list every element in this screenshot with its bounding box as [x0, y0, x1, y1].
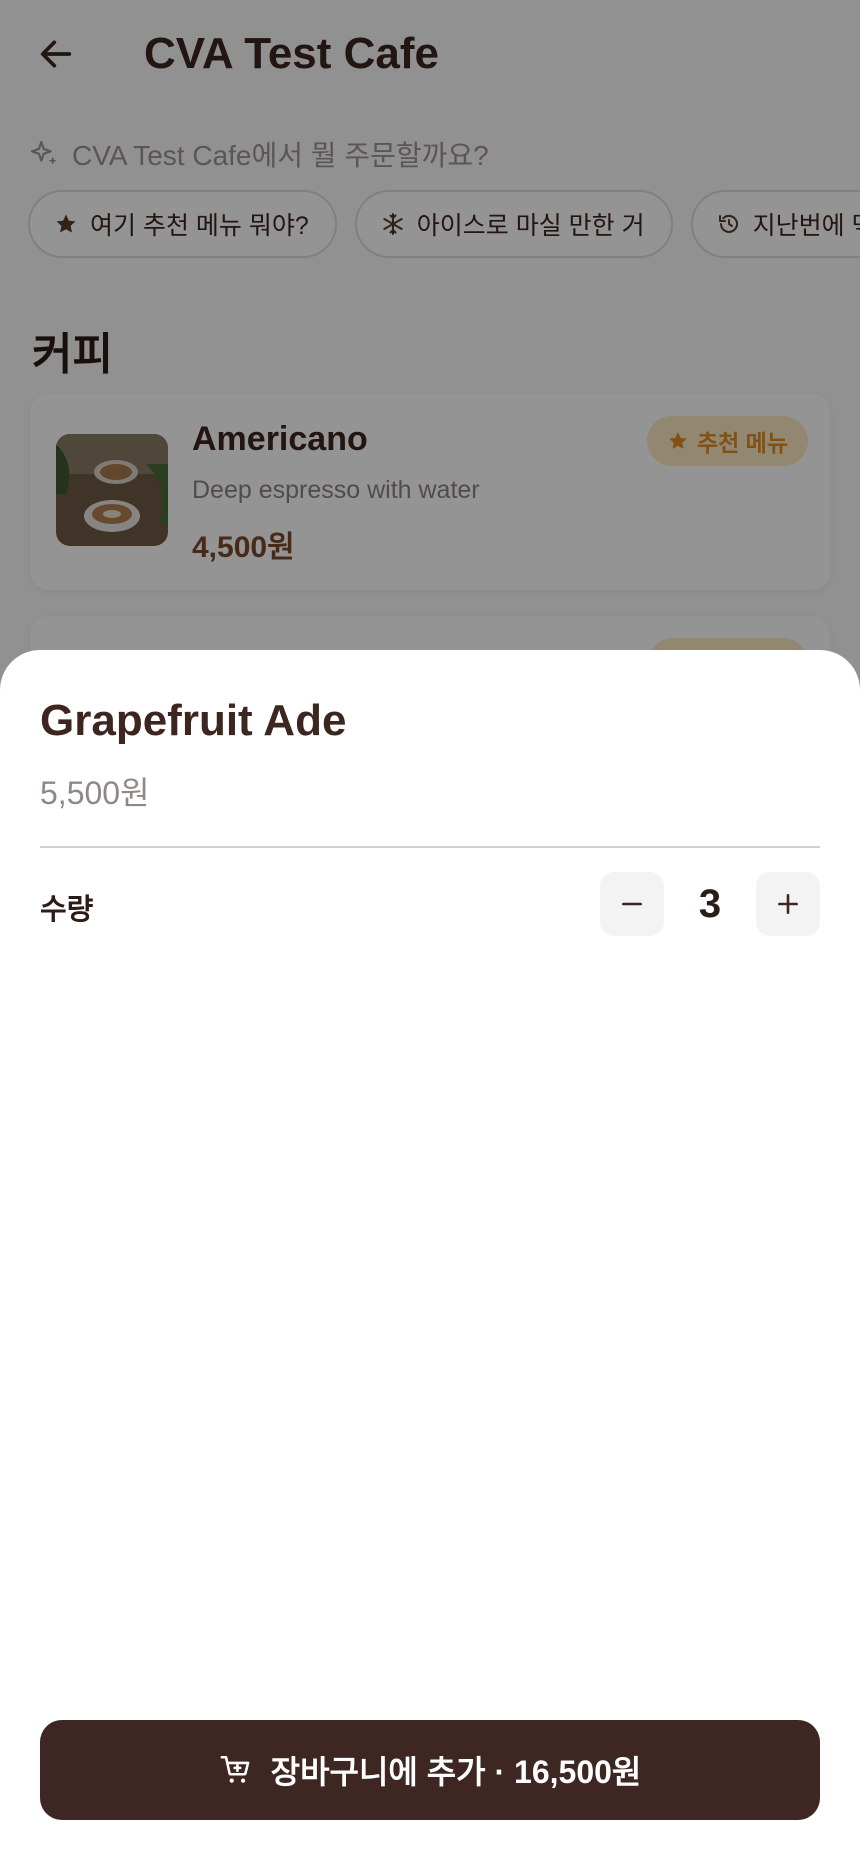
quantity-increase-button[interactable] — [756, 872, 820, 936]
add-cart-icon — [220, 1755, 249, 1783]
quantity-label: 수량 — [40, 894, 94, 926]
minus-icon — [622, 902, 642, 906]
quantity-decrease-button[interactable] — [600, 872, 664, 936]
sheet-item-price: 5,500원 — [40, 775, 150, 811]
add-to-cart-label: 장바구니에 추가 · 16,500원 — [270, 1754, 642, 1790]
sheet-item-name: Grapefruit Ade — [40, 696, 347, 745]
add-to-cart-button[interactable]: 장바구니에 추가 · 16,500원 — [40, 1720, 820, 1820]
divider — [40, 846, 820, 848]
plus-icon — [778, 894, 798, 914]
screen: CVA Test Cafe CVA Test Cafe에서 뭘 주문할까요? 여… — [0, 0, 860, 1860]
quantity-value: 3 — [698, 882, 722, 926]
item-options-sheet: Grapefruit Ade 5,500원 수량 3 장바구니에 추가 · 16… — [0, 650, 860, 1860]
